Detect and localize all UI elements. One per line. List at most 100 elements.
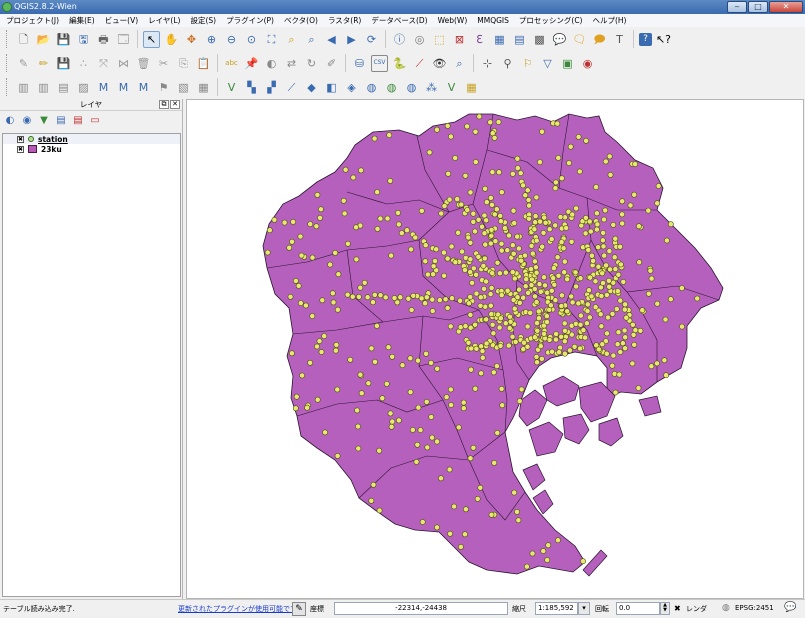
station-point[interactable]: [517, 170, 524, 176]
station-point[interactable]: [316, 338, 323, 344]
station-point[interactable]: [600, 280, 606, 286]
station-point[interactable]: [467, 269, 474, 275]
station-point[interactable]: [552, 222, 559, 229]
station-point[interactable]: [510, 297, 517, 303]
zoom-actual-icon[interactable]: ⊙: [243, 31, 260, 48]
station-point[interactable]: [334, 386, 341, 393]
select-icon[interactable]: ⬚: [431, 31, 448, 48]
layer-style-icon[interactable]: ◐: [4, 115, 16, 127]
station-point[interactable]: [407, 389, 414, 395]
station-point[interactable]: [434, 126, 440, 133]
station-point[interactable]: [459, 248, 465, 255]
new-gpx-icon[interactable]: ◍: [383, 79, 400, 96]
station-point[interactable]: [534, 359, 540, 366]
station-point[interactable]: [533, 353, 540, 360]
station-point[interactable]: [436, 297, 443, 303]
station-point[interactable]: [426, 149, 433, 156]
station-point[interactable]: [468, 366, 474, 373]
station-point[interactable]: [639, 307, 646, 314]
open-project-icon[interactable]: 📂: [35, 31, 52, 48]
station-point[interactable]: [505, 342, 512, 349]
island-6[interactable]: [598, 417, 624, 447]
station-point[interactable]: [615, 271, 622, 278]
map-drawing[interactable]: [187, 100, 804, 599]
station-point[interactable]: [525, 197, 532, 203]
station-point[interactable]: [555, 537, 561, 544]
station-point[interactable]: [322, 429, 328, 436]
current-edits-icon[interactable]: ✎: [15, 55, 32, 72]
show-hide-labels-icon[interactable]: ◐: [263, 55, 280, 72]
station-point[interactable]: [512, 338, 519, 345]
station-point[interactable]: [561, 338, 568, 345]
layer-item-23ku[interactable]: ✖ 23ku: [3, 144, 180, 154]
station-point[interactable]: [330, 299, 337, 306]
station-point[interactable]: [632, 327, 639, 333]
zoom-in-icon[interactable]: ⊕: [203, 31, 220, 48]
island-10[interactable]: [638, 395, 662, 417]
spatial-query-icon[interactable]: ⚐: [519, 55, 536, 72]
station-point[interactable]: [477, 294, 484, 301]
station-point[interactable]: [611, 254, 618, 261]
station-point[interactable]: [599, 270, 606, 277]
station-point[interactable]: [524, 323, 531, 330]
station-point[interactable]: [376, 507, 383, 514]
station-point[interactable]: [433, 246, 440, 253]
station-point[interactable]: [355, 293, 362, 300]
station-point[interactable]: [333, 341, 340, 348]
station-point[interactable]: [329, 290, 336, 297]
station-point[interactable]: [606, 153, 613, 160]
menu-processing[interactable]: プロセッシング(C): [515, 14, 589, 27]
station-point[interactable]: [303, 302, 309, 309]
pan-to-selection-icon[interactable]: ✥: [183, 31, 200, 48]
station-point[interactable]: [554, 254, 561, 261]
station-point[interactable]: [297, 300, 304, 306]
station-point[interactable]: [561, 327, 568, 334]
station-point[interactable]: [473, 345, 480, 352]
station-point[interactable]: [482, 303, 489, 310]
station-point[interactable]: [535, 308, 542, 315]
station-point[interactable]: [344, 240, 351, 247]
station-point[interactable]: [473, 290, 480, 297]
station-point[interactable]: [423, 350, 429, 357]
add-table-icon[interactable]: ▦: [463, 79, 480, 96]
station-point[interactable]: [558, 239, 565, 245]
station-point[interactable]: [327, 261, 333, 268]
island-7[interactable]: [522, 463, 546, 491]
station-point[interactable]: [374, 189, 381, 195]
station-point[interactable]: [502, 320, 509, 327]
station-point[interactable]: [447, 386, 454, 393]
station-point[interactable]: [495, 119, 502, 125]
station-point[interactable]: [399, 362, 406, 369]
station-point[interactable]: [577, 312, 584, 319]
station-point[interactable]: [636, 259, 643, 266]
station-point[interactable]: [637, 327, 644, 334]
station-point[interactable]: [509, 242, 516, 249]
station-point[interactable]: [497, 315, 504, 322]
map-canvas[interactable]: [186, 99, 804, 599]
station-point[interactable]: [588, 293, 595, 300]
station-point[interactable]: [494, 429, 501, 436]
station-point[interactable]: [509, 171, 516, 177]
station-point[interactable]: [532, 213, 539, 219]
station-point[interactable]: [281, 219, 288, 226]
whats-this-icon[interactable]: ↖?: [655, 31, 672, 48]
add-virtual-icon[interactable]: ◧: [323, 79, 340, 96]
station-point[interactable]: [482, 241, 489, 248]
menu-settings[interactable]: 設定(S): [186, 14, 222, 27]
station-point[interactable]: [627, 202, 634, 209]
station-point[interactable]: [479, 348, 486, 354]
delete-selected-icon[interactable]: 🗑: [135, 55, 152, 72]
station-point[interactable]: [601, 216, 607, 223]
station-point[interactable]: [332, 347, 339, 354]
station-point[interactable]: [353, 224, 359, 231]
station-point[interactable]: [395, 221, 402, 228]
station-point[interactable]: [516, 286, 522, 293]
station-point[interactable]: [397, 294, 404, 301]
station-point[interactable]: [442, 296, 449, 303]
station-point[interactable]: [617, 243, 623, 250]
station-point[interactable]: [533, 269, 540, 276]
station-point[interactable]: [541, 330, 547, 337]
station-point[interactable]: [541, 214, 548, 221]
station-point[interactable]: [481, 212, 488, 219]
station-point[interactable]: [314, 192, 321, 198]
